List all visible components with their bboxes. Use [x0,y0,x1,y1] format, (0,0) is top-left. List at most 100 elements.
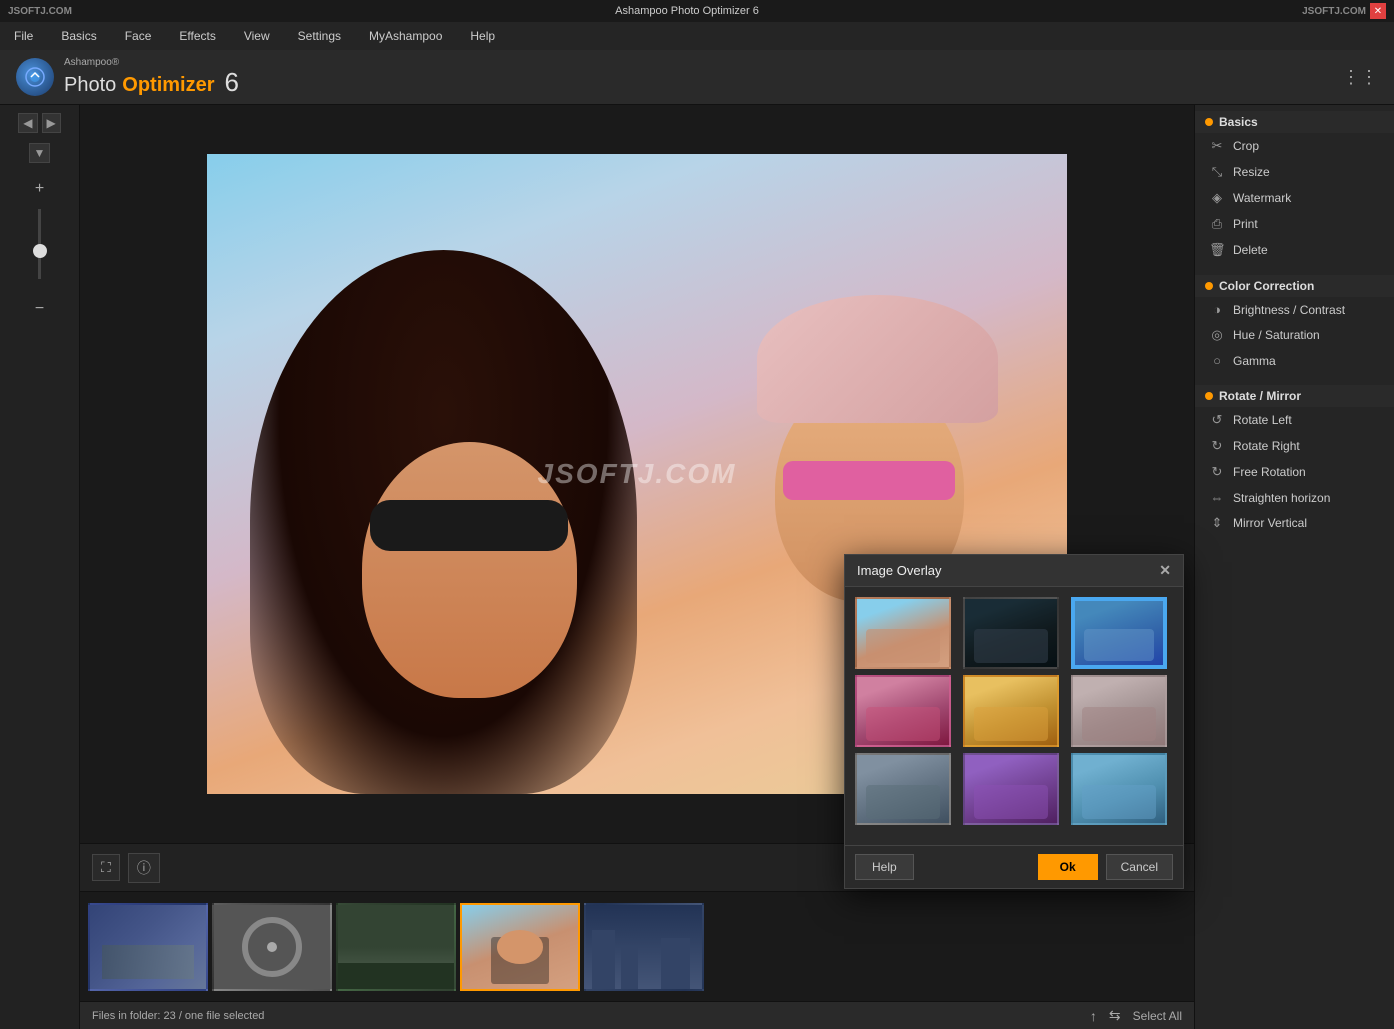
logo-photo: Photo [64,74,116,96]
panel-item-print[interactable]: ⎙ Print [1195,211,1394,237]
panel-label-rotate-right: Rotate Right [1233,439,1300,453]
panel-item-free-rotation[interactable]: ↻ Free Rotation [1195,459,1394,485]
nav-arrows: ◀ ▶ [18,113,60,133]
dialog-ok-button[interactable]: Ok [1038,854,1098,880]
brightness-icon: ◑ [1209,302,1225,317]
titlebar-controls: JSOFTJ.COM ✕ [1302,3,1386,19]
overlay-thumb-4[interactable] [855,675,951,747]
overlay-thumb-2[interactable] [963,597,1059,669]
dialog-close-button[interactable]: ✕ [1159,562,1171,579]
menu-effects[interactable]: Effects [173,27,221,45]
section-header-rotate: Rotate / Mirror [1195,385,1394,407]
panel-section-rotate: Rotate / Mirror ↺ Rotate Left ↻ Rotate R… [1195,379,1394,542]
delete-icon: 🗑 [1209,242,1225,258]
panel-item-gamma[interactable]: ○ Gamma [1195,348,1394,373]
panel-item-rotate-left[interactable]: ↺ Rotate Left [1195,407,1394,433]
main-content: ◀ ▶ ▼ + − [0,105,1394,1029]
dialog-cancel-button[interactable]: Cancel [1106,854,1173,880]
panel-label-print: Print [1233,217,1258,231]
panel-item-rotate-right[interactable]: ↻ Rotate Right [1195,433,1394,459]
overlay-thumb-7[interactable] [855,753,951,825]
menu-basics[interactable]: Basics [55,27,102,45]
section-title-rotate: Rotate / Mirror [1219,389,1301,403]
filmstrip-thumb-4[interactable] [460,903,580,991]
select-all-button[interactable]: Select All [1133,1009,1182,1023]
panel-item-straighten[interactable]: ⇔ Straighten horizon [1195,485,1394,510]
section-title-basics: Basics [1219,115,1258,129]
logo-optimizer: Optimizer [122,74,214,96]
fullscreen-button[interactable]: ⛶ [92,854,120,881]
nav-down-arrow[interactable]: ▼ [29,143,51,163]
overlay-thumb-3[interactable] [1071,597,1167,669]
logo-icon [16,58,54,96]
panel-label-crop: Crop [1233,139,1259,153]
panel-item-mirror-vertical[interactable]: ⇕ Mirror Vertical [1195,510,1394,536]
section-dot-color [1205,282,1213,290]
image-overlay-dialog: Image Overlay ✕ [844,554,1184,889]
panel-label-brightness: Brightness / Contrast [1233,303,1345,317]
mirror-vertical-icon: ⇕ [1209,515,1225,531]
titlebar: JSOFTJ.COM Ashampoo Photo Optimizer 6 JS… [0,0,1394,22]
statusbar: Files in folder: 23 / one file selected … [80,1001,1194,1029]
menu-myashampoo[interactable]: MyAshampoo [363,27,448,45]
zoom-in-button[interactable]: + [28,177,52,201]
overlay-thumb-9[interactable] [1071,753,1167,825]
overlay-thumb-5[interactable] [963,675,1059,747]
overlay-thumb-6[interactable] [1071,675,1167,747]
panel-item-crop[interactable]: ✂ Crop [1195,133,1394,159]
panel-label-hue: Hue / Saturation [1233,328,1320,342]
panel-item-resize[interactable]: ⤡ Resize [1195,159,1394,185]
rotate-left-icon: ↺ [1209,412,1225,428]
panel-item-delete[interactable]: 🗑 Delete [1195,237,1394,263]
menu-face[interactable]: Face [119,27,158,45]
dialog-footer: Help Ok Cancel [845,845,1183,888]
section-title-color: Color Correction [1219,279,1314,293]
menu-file[interactable]: File [8,27,39,45]
section-header-color: Color Correction [1195,275,1394,297]
overlay-thumb-8[interactable] [963,753,1059,825]
logo-brand: Ashampoo® [64,57,239,68]
panel-item-watermark[interactable]: ◈ Watermark [1195,185,1394,211]
panel-label-straighten: Straighten horizon [1233,491,1330,505]
nav-right-arrow[interactable]: ▶ [42,113,61,133]
section-dot-basics [1205,118,1213,126]
window-title: Ashampoo Photo Optimizer 6 [615,5,759,17]
crop-icon: ✂ [1209,138,1225,154]
share-icon[interactable]: ⋮⋮ [1342,67,1378,88]
status-nav-up[interactable]: ↑ [1090,1008,1097,1024]
watermark-left: JSOFTJ.COM [8,6,72,17]
watermark-icon: ◈ [1209,190,1225,206]
zoom-slider[interactable] [38,209,41,289]
menu-help[interactable]: Help [464,27,501,45]
panel-label-resize: Resize [1233,165,1270,179]
zoom-out-button[interactable]: − [28,297,52,321]
right-panel: Basics ✂ Crop ⤡ Resize ◈ Watermark ⎙ Pri… [1194,105,1394,1029]
close-button[interactable]: ✕ [1370,3,1386,19]
status-nav-swap[interactable]: ⇆ [1109,1007,1121,1024]
panel-label-free-rotation: Free Rotation [1233,465,1306,479]
overlay-thumb-1[interactable] [855,597,951,669]
dialog-title: Image Overlay [857,563,942,578]
menu-view[interactable]: View [238,27,276,45]
filmstrip-thumb-3[interactable] [336,903,456,991]
panel-section-color: Color Correction ◑ Brightness / Contrast… [1195,269,1394,379]
dialog-titlebar: Image Overlay ✕ [845,555,1183,587]
menubar: File Basics Face Effects View Settings M… [0,22,1394,50]
info-button[interactable]: ⓘ [128,853,160,883]
section-header-basics: Basics [1195,111,1394,133]
filmstrip [80,891,1194,1001]
dialog-help-button[interactable]: Help [855,854,914,880]
nav-left-arrow[interactable]: ◀ [18,113,37,133]
menu-settings[interactable]: Settings [292,27,347,45]
panel-item-hue[interactable]: ◎ Hue / Saturation [1195,322,1394,348]
section-dot-rotate [1205,392,1213,400]
filmstrip-thumb-5[interactable] [584,903,704,991]
panel-item-brightness[interactable]: ◑ Brightness / Contrast [1195,297,1394,322]
overlay-thumbnail-grid [855,597,1173,825]
logo-number: 6 [225,68,239,97]
free-rotation-icon: ↻ [1209,464,1225,480]
filmstrip-thumb-1[interactable] [88,903,208,991]
dialog-body [845,587,1183,845]
filmstrip-thumb-2[interactable] [212,903,332,991]
left-panel: ◀ ▶ ▼ + − [0,105,80,1029]
